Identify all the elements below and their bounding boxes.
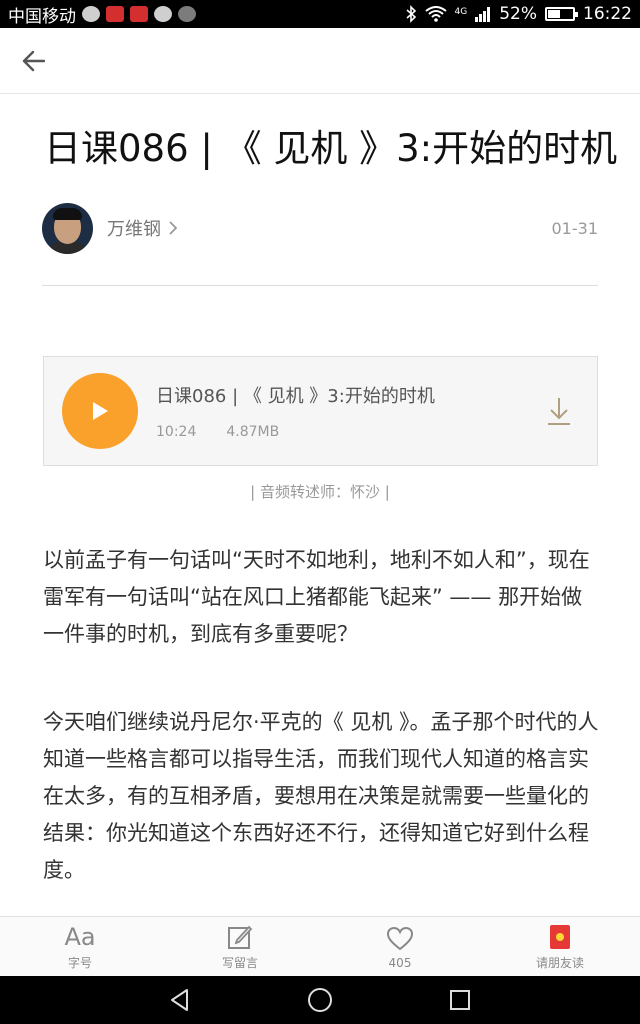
author-link[interactable]: 万维钢: [107, 215, 177, 241]
top-nav-bar: [0, 28, 640, 94]
system-recents-button[interactable]: [440, 980, 480, 1020]
publish-date: 01-31: [551, 218, 599, 238]
author-name: 万维钢: [107, 219, 161, 240]
article-paragraph: 今天咱们继续说丹尼尔·平克的《 见机 》。孟子那个时代的人知道一些格言都可以指导…: [43, 710, 599, 882]
invite-friend-label: 请朋友读: [535, 956, 584, 970]
edit-icon: [228, 925, 253, 949]
play-button[interactable]: [62, 373, 138, 449]
signal-icon: [475, 7, 491, 22]
font-size-button[interactable]: Aa 字号: [0, 917, 160, 976]
battery-icon: [545, 7, 578, 21]
audio-meta: 10:24 4.87MB: [156, 424, 539, 440]
system-navigation-bar: [0, 976, 640, 1024]
narrator-credit: | 音频转述师：怀沙 |: [250, 483, 390, 501]
article-paragraph: 以前孟子有一句话叫“天时不如地利，地利不如人和”，现在雷军有一句话叫“站在风口上…: [43, 548, 590, 646]
download-button[interactable]: [539, 391, 579, 431]
wechat-icon: [82, 6, 100, 22]
system-back-button[interactable]: [160, 980, 200, 1020]
invite-friend-button[interactable]: 请朋友读: [480, 917, 640, 976]
audio-duration: 10:24: [156, 424, 197, 440]
square-recents-icon: [450, 990, 470, 1010]
header-divider: [42, 285, 598, 286]
status-left: 中国移动: [8, 2, 405, 27]
heart-icon: [387, 926, 413, 950]
status-bar: 中国移动 4G 52% 16:22: [0, 0, 640, 28]
play-icon: [93, 402, 108, 420]
audio-info: 日课086 | 《 见机 》3:开始的时机 10:24 4.87MB: [156, 382, 539, 440]
article-title: 日课086 | 《 见机 》3:开始的时机: [44, 127, 618, 170]
audio-title: 日课086 | 《 见机 》3:开始的时机: [156, 386, 435, 407]
carrier-name: 中国移动: [8, 6, 76, 27]
back-button[interactable]: [18, 46, 48, 76]
font-size-icon: Aa: [64, 923, 96, 951]
chevron-right-icon: [169, 221, 177, 235]
like-button[interactable]: 405: [320, 917, 480, 976]
battery-fill: [548, 10, 561, 18]
app-notification-icon: [130, 6, 148, 22]
bottom-toolbar: Aa 字号 写留言 405 请朋友读: [0, 916, 640, 976]
like-count: 405: [388, 955, 412, 970]
wifi-icon: [424, 6, 447, 22]
clock: 16:22: [583, 4, 632, 24]
network-type-label: 4G: [454, 7, 468, 17]
audio-player-card[interactable]: 日课086 | 《 见机 》3:开始的时机 10:24 4.87MB: [43, 356, 598, 466]
write-comment-label: 写留言: [221, 956, 258, 970]
arrow-left-icon: [22, 50, 45, 71]
battery-percent: 52%: [499, 4, 537, 24]
font-size-label: 字号: [67, 956, 92, 970]
app-notification-icon: [106, 6, 124, 22]
app-notification-icon: [154, 6, 172, 22]
red-packet-icon: [550, 925, 570, 949]
circle-home-icon: [308, 988, 332, 1012]
system-home-button[interactable]: [300, 980, 340, 1020]
author-avatar[interactable]: [42, 202, 93, 254]
bluetooth-icon: [405, 5, 416, 23]
triangle-back-icon: [171, 989, 188, 1011]
download-icon: [548, 398, 570, 425]
status-right: 4G 52% 16:22: [405, 4, 632, 24]
wifi-hotspot-icon: [178, 6, 196, 22]
write-comment-button[interactable]: 写留言: [160, 917, 320, 976]
author-row: 万维钢 01-31: [42, 202, 598, 254]
audio-size: 4.87MB: [226, 424, 280, 440]
